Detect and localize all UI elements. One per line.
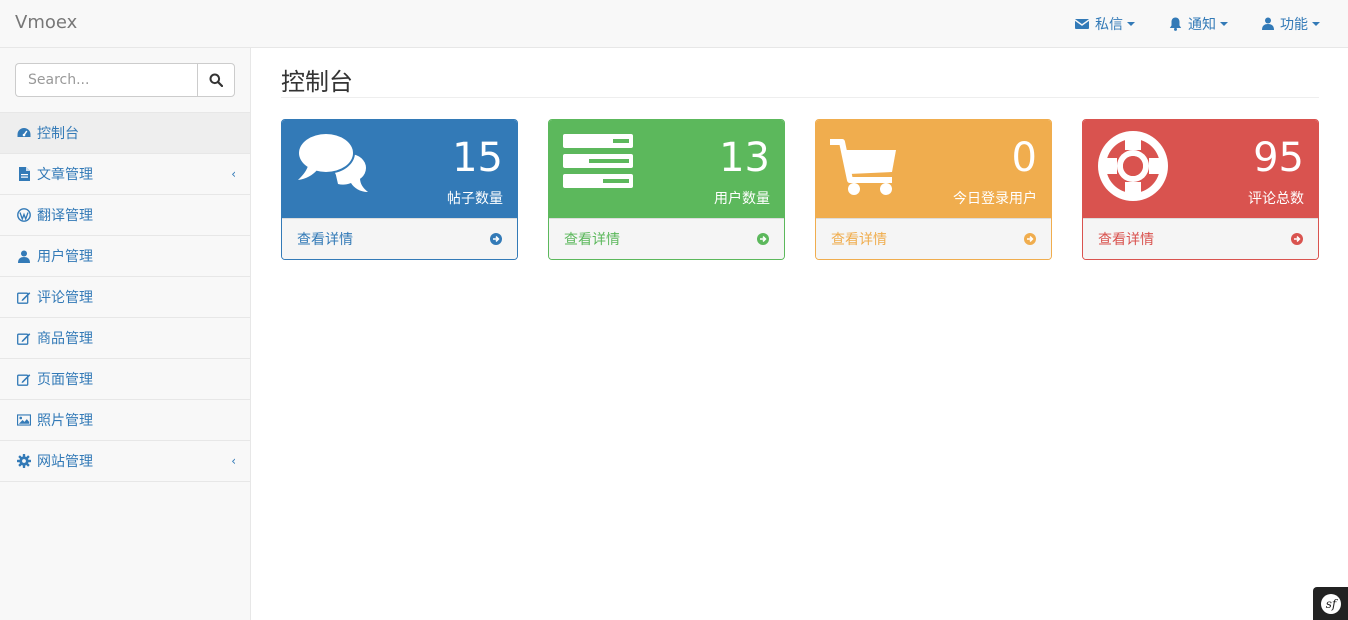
view-details-label: 查看详情 <box>564 232 620 248</box>
sidebar-menu: 控制台 文章管理 ‹ 翻译管理 用户管理 评论管理 商品管理 页面管理 照片管理… <box>0 112 250 482</box>
wordpress-icon <box>17 208 31 222</box>
view-details-link[interactable]: 查看详情 <box>816 218 1051 259</box>
comments-icon <box>297 132 368 192</box>
shopping-cart-icon <box>830 139 896 195</box>
user-icon <box>1262 17 1274 30</box>
sidebar-search <box>15 63 235 97</box>
sidebar-item-label: 用户管理 <box>37 249 93 265</box>
stat-panel-logins: 0 今日登录用户 查看详情 <box>815 119 1052 260</box>
sidebar-item-label: 照片管理 <box>37 413 93 429</box>
search-button[interactable] <box>197 63 235 97</box>
stat-panel-header: 13 用户数量 <box>549 120 784 218</box>
symfony-logo-icon: sf <box>1320 593 1341 614</box>
title-divider <box>281 97 1319 98</box>
nav-messages-dropdown[interactable]: 私信 <box>1075 14 1135 34</box>
edit-icon <box>17 331 31 345</box>
sidebar-item-photos[interactable]: 照片管理 <box>0 400 250 441</box>
stat-label: 今日登录用户 <box>953 191 1037 207</box>
sidebar-item-label: 控制台 <box>37 126 79 142</box>
stat-panel-users: 13 用户数量 查看详情 <box>548 119 785 260</box>
sidebar-item-site[interactable]: 网站管理 ‹ <box>0 441 250 482</box>
edit-icon <box>17 372 31 386</box>
nav-notifications-label: 通知 <box>1188 16 1216 33</box>
search-icon <box>209 73 223 87</box>
life-ring-icon <box>1098 131 1168 201</box>
tasks-icon <box>563 134 633 188</box>
debug-toolbar-toggle[interactable]: sf <box>1313 587 1348 620</box>
sidebar-item-products[interactable]: 商品管理 <box>0 318 250 359</box>
stat-label: 用户数量 <box>714 191 770 207</box>
arrow-circle-right-icon <box>1024 233 1036 245</box>
dashboard-icon <box>17 126 31 140</box>
sidebar-item-label: 文章管理 <box>37 167 93 183</box>
sidebar-item-label: 评论管理 <box>37 290 93 306</box>
stat-value: 95 <box>1253 135 1304 181</box>
nav-messages-label: 私信 <box>1095 16 1123 33</box>
edit-icon <box>17 290 31 304</box>
user-icon <box>17 249 31 263</box>
view-details-link[interactable]: 查看详情 <box>1083 218 1318 259</box>
view-details-label: 查看详情 <box>831 232 887 248</box>
view-details-link[interactable]: 查看详情 <box>549 218 784 259</box>
sidebar-item-comments[interactable]: 评论管理 <box>0 277 250 318</box>
stat-panel-comments: 95 评论总数 查看详情 <box>1082 119 1319 260</box>
sidebar-item-label: 商品管理 <box>37 331 93 347</box>
sidebar-item-articles[interactable]: 文章管理 ‹ <box>0 154 250 195</box>
navbar-right: 私信 通知 功能 <box>1041 0 1320 47</box>
stat-value: 0 <box>1011 135 1037 181</box>
sidebar: 控制台 文章管理 ‹ 翻译管理 用户管理 评论管理 商品管理 页面管理 <box>0 48 251 620</box>
stat-panel-header: 95 评论总数 <box>1083 120 1318 218</box>
stat-value: 15 <box>452 135 503 181</box>
file-icon <box>17 167 31 181</box>
view-details-label: 查看详情 <box>297 232 353 248</box>
brand-link[interactable]: Vmoex <box>15 12 77 33</box>
envelope-icon <box>1075 18 1089 29</box>
nav-notifications-dropdown[interactable]: 通知 <box>1169 14 1228 34</box>
arrow-circle-right-icon <box>490 233 502 245</box>
sidebar-item-label: 页面管理 <box>37 372 93 388</box>
nav-functions-dropdown[interactable]: 功能 <box>1262 14 1320 34</box>
sidebar-item-users[interactable]: 用户管理 <box>0 236 250 277</box>
stat-panel-header: 0 今日登录用户 <box>816 120 1051 218</box>
chevron-down-icon <box>1312 21 1320 26</box>
search-input[interactable] <box>15 63 197 97</box>
stat-panel-posts: 15 帖子数量 查看详情 <box>281 119 518 260</box>
chevron-down-icon <box>1127 21 1135 26</box>
sidebar-item-dashboard[interactable]: 控制台 <box>0 112 250 154</box>
chevron-left-icon[interactable]: ‹ <box>231 454 236 468</box>
view-details-label: 查看详情 <box>1098 232 1154 248</box>
nav-functions-label: 功能 <box>1280 16 1308 33</box>
stat-label: 帖子数量 <box>447 191 503 207</box>
view-details-link[interactable]: 查看详情 <box>282 218 517 259</box>
page-title: 控制台 <box>281 68 353 96</box>
top-navbar: Vmoex 私信 通知 功能 <box>0 0 1348 48</box>
chevron-down-icon <box>1220 21 1228 26</box>
stat-label: 评论总数 <box>1248 191 1304 207</box>
gear-icon <box>17 454 31 468</box>
sidebar-item-translations[interactable]: 翻译管理 <box>0 195 250 236</box>
arrow-circle-right-icon <box>1291 233 1303 245</box>
sidebar-item-label: 翻译管理 <box>37 208 93 224</box>
stat-value: 13 <box>719 135 770 181</box>
arrow-circle-right-icon <box>757 233 769 245</box>
sidebar-item-label: 网站管理 <box>37 454 93 470</box>
image-icon <box>17 413 31 427</box>
sidebar-item-pages[interactable]: 页面管理 <box>0 359 250 400</box>
bell-icon <box>1169 17 1182 31</box>
chevron-left-icon[interactable]: ‹ <box>231 167 236 181</box>
stat-panel-header: 15 帖子数量 <box>282 120 517 218</box>
